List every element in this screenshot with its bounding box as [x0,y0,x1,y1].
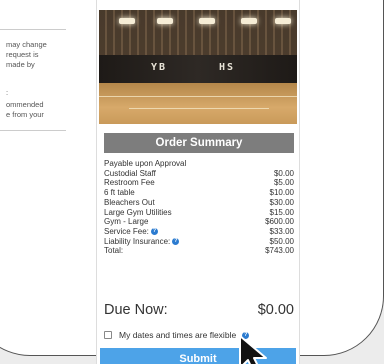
screen: may change request is made by : ommended… [0,0,384,364]
photo-light [157,18,173,24]
mouse-pointer-icon [239,335,267,364]
photo-ceiling [99,10,297,55]
line-item-value: $600.00 [265,217,294,227]
line-item-value: $10.00 [269,188,294,198]
line-item: Large Gym Utilities $15.00 [104,208,294,218]
line-item-value: $50.00 [269,236,294,246]
info-text-line: : [6,88,9,97]
line-item-value: $33.00 [269,226,294,236]
line-item: 6 ft table $10.00 [104,188,294,198]
flexible-dates-checkbox[interactable] [104,331,112,339]
photo-light [275,18,291,24]
line-item-label: Gym - Large [104,217,149,227]
line-item: Gym - Large $600.00 [104,217,294,227]
info-text-line: request is [6,50,39,59]
photo-wall-text: HS [219,62,236,73]
court-line [129,108,269,109]
line-item-label: 6 ft table [104,188,135,198]
info-text-line: may change [6,40,47,49]
photo-floor [99,83,297,124]
photo-light [119,18,135,24]
payable-label: Payable upon Approval [104,159,187,168]
insurance-label-wrap: Liability Insurance:? [104,236,180,247]
line-item: Restroom Fee $5.00 [104,178,294,188]
help-icon[interactable]: ? [172,238,180,246]
left-info-column: may change request is made by : ommended… [0,0,66,364]
line-item-label: Restroom Fee [104,178,155,188]
info-text-line: e from your [6,110,44,119]
line-item: Bleachers Out $30.00 [104,198,294,208]
photo-wall-text: YB [151,62,168,73]
info-text-line: made by [6,60,35,69]
line-item: Custodial Staff $0.00 [104,169,294,179]
gym-photo: YB HS [99,10,297,124]
total-value: $743.00 [265,246,294,256]
line-item: Liability Insurance:? $50.00 [104,237,294,247]
flexible-dates-label[interactable]: My dates and times are flexible [119,330,236,340]
due-now-label: Due Now: [104,302,168,318]
due-now-value: $0.00 [257,302,294,318]
total-label: Total: [104,246,124,256]
photo-light [199,18,215,24]
line-items: Payable upon Approval Custodial Staff $0… [104,159,294,256]
order-card: YB HS Order Summary Payable upon Approva… [96,0,300,364]
line-item: Service Fee:? $33.00 [104,227,294,237]
line-item-label: Service Fee: [104,226,149,236]
photo-wall [99,55,297,83]
info-text-line: ommended [6,100,44,109]
divider [0,130,66,131]
line-item-label: Liability Insurance: [104,236,171,246]
line-item-value: $30.00 [269,197,294,207]
photo-light [241,18,257,24]
help-icon[interactable]: ? [150,228,158,236]
court-line [99,96,297,97]
line-item-value: $0.00 [273,168,294,178]
order-summary-header: Order Summary [104,133,294,153]
total-row: Total: $743.00 [104,246,294,256]
divider [0,29,66,30]
line-item-label: Bleachers Out [104,197,155,207]
line-item-value: $5.00 [273,178,294,188]
line-item-value: $15.00 [269,207,294,217]
line-item-label: Custodial Staff [104,168,156,178]
due-now-row: Due Now: $0.00 [104,302,294,318]
service-fee-label-wrap: Service Fee:? [104,227,158,237]
payable-note: Payable upon Approval [104,159,294,169]
line-item-label: Large Gym Utilities [104,207,172,217]
